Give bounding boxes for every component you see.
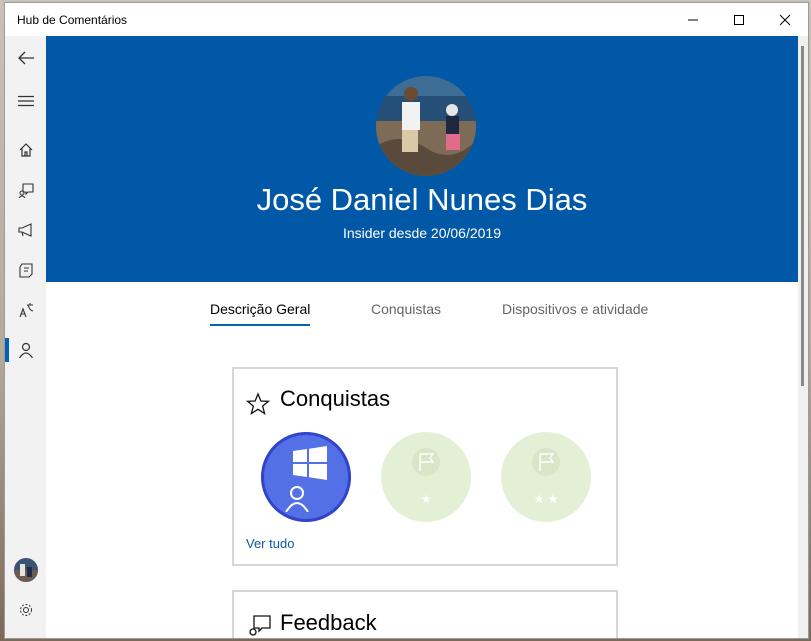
- sidebar-item-announcements[interactable]: [5, 210, 46, 250]
- flag-icon: [539, 453, 555, 471]
- person-icon: [285, 486, 309, 512]
- windows-logo-icon: [293, 446, 327, 480]
- scrollbar-thumb[interactable]: [801, 46, 804, 386]
- tab-overview[interactable]: Descrição Geral: [210, 301, 311, 326]
- profile-avatar: [376, 76, 476, 176]
- main-content: José Daniel Nunes Dias Insider desde 20/…: [46, 36, 798, 638]
- sidebar-item-profile[interactable]: [5, 330, 46, 370]
- achievements-card: Conquistas ★ ★ ★ Ver tudo: [232, 367, 618, 566]
- badge-stars: ★ ★: [533, 492, 559, 506]
- avatar: [13, 558, 38, 582]
- maximize-icon: [734, 14, 744, 25]
- sidebar-item-home[interactable]: [5, 130, 46, 170]
- vertical-scrollbar[interactable]: [798, 36, 808, 638]
- quests-icon: [18, 263, 33, 278]
- feedback-title: Feedback: [280, 610, 377, 635]
- tab-achievements[interactable]: Conquistas: [371, 301, 441, 317]
- achievements-title: Conquistas: [280, 386, 391, 411]
- sidebar-item-translate[interactable]: [5, 290, 46, 330]
- profile-header: José Daniel Nunes Dias Insider desde 20/…: [46, 36, 798, 282]
- badge-stars: ★: [420, 492, 432, 506]
- sidebar-item-quests[interactable]: [5, 250, 46, 290]
- sidebar-account-avatar[interactable]: [5, 550, 46, 590]
- view-all-link[interactable]: Ver tudo: [246, 536, 294, 551]
- feedback-icon: [18, 183, 34, 198]
- translate-icon: [18, 303, 33, 318]
- profile-icon: [18, 342, 33, 358]
- back-button[interactable]: [5, 38, 46, 78]
- home-icon: [19, 143, 32, 157]
- minimize-button[interactable]: [670, 3, 716, 36]
- feedback-card: Feedback: [232, 590, 618, 638]
- maximize-button[interactable]: [716, 3, 762, 36]
- profile-name: José Daniel Nunes Dias: [256, 182, 588, 217]
- window-title: Hub de Comentários: [17, 13, 128, 27]
- close-button[interactable]: [762, 3, 808, 36]
- menu-icon: [17, 95, 34, 107]
- profile-photo: [376, 76, 476, 176]
- title-bar: Hub de Comentários: [5, 3, 808, 36]
- back-icon: [17, 51, 34, 65]
- insider-since: Insider desde 20/06/2019: [342, 225, 501, 241]
- flag-icon: [419, 453, 435, 471]
- badge-locked-2[interactable]: ★ ★: [501, 432, 591, 522]
- minimize-icon: [688, 19, 698, 20]
- sidebar: [5, 36, 46, 638]
- feedback-icon: [249, 615, 271, 636]
- tab-devices-activity[interactable]: Dispositivos e atividade: [502, 301, 648, 317]
- badge-earned[interactable]: [261, 432, 351, 522]
- sidebar-item-feedback[interactable]: [5, 170, 46, 210]
- menu-button[interactable]: [5, 81, 46, 121]
- settings-button[interactable]: [5, 590, 46, 630]
- app-window: Hub de Comentários José Daniel Nunes Dia…: [5, 3, 808, 638]
- gear-icon: [19, 604, 32, 616]
- profile-tabs: Descrição Geral Conquistas Dispositivos …: [46, 301, 798, 331]
- announcements-icon: [17, 223, 32, 237]
- active-tab-indicator: [210, 324, 311, 326]
- close-icon: [779, 14, 791, 25]
- badge-locked-1[interactable]: ★: [381, 432, 471, 522]
- star-outline-icon: [246, 392, 270, 415]
